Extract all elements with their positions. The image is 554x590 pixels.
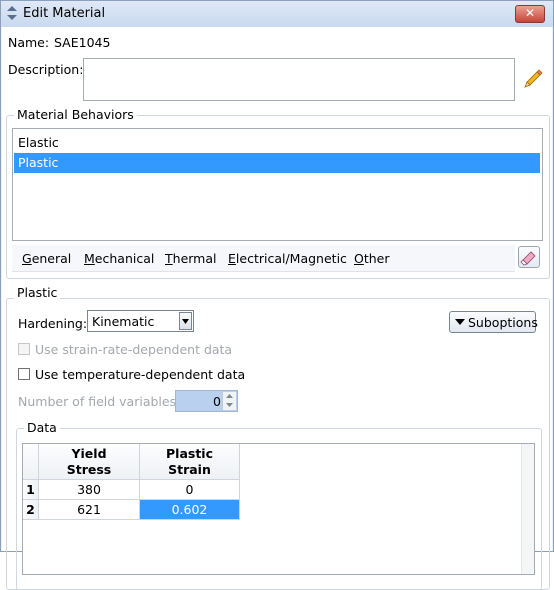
temperature-checkbox[interactable] [18,368,30,380]
suboptions-label: Suboptions [468,315,538,330]
column-header-line: Stress [66,462,112,477]
pencil-icon[interactable] [523,68,543,88]
description-label: Description: [8,62,84,77]
field-variables-spinner[interactable]: 0 [175,390,238,412]
triangle-down-icon [455,319,465,325]
row-header: 1 [23,480,39,500]
column-header-line: Strain [168,462,211,477]
menu-other[interactable]: Other [354,251,390,266]
column-header-line: Yield [71,446,107,461]
close-button[interactable]: ✕ [515,5,545,23]
eraser-icon [520,251,536,266]
plastic-title: Plastic [14,285,61,300]
temperature-label: Use temperature-dependent data [35,367,246,382]
spin-up-icon[interactable] [223,392,236,401]
table-cell[interactable]: 380 [39,480,140,500]
list-item-elastic[interactable]: Elastic [14,133,540,153]
table-cell[interactable]: 0 [140,480,240,500]
hardening-label: Hardening: [18,316,88,331]
column-header-yield-stress: Yield Stress [39,444,140,480]
hardening-select[interactable]: Kinematic [87,310,194,332]
list-item-plastic[interactable]: Plastic [14,153,540,173]
table-vertical-scrollbar[interactable] [521,444,534,574]
menu-mechanical[interactable]: Mechanical [84,251,154,266]
dialog-body: Name: SAE1045 Description: Material Beha… [2,27,552,590]
window-title: Edit Material [23,6,106,21]
table-corner [23,444,39,480]
menu-general[interactable]: General [22,251,71,266]
chevron-down-icon [182,319,189,324]
name-value: SAE1045 [54,35,111,50]
description-field[interactable] [83,58,515,101]
strain-rate-checkbox[interactable] [18,343,30,355]
table-cell-selected[interactable]: 0.602 [140,500,240,520]
spinner-buttons [222,392,236,410]
data-table: Yield Stress Plastic Strain 1 380 0 2 62… [22,443,535,575]
menu-thermal[interactable]: Thermal [165,251,216,266]
suboptions-button[interactable]: Suboptions [449,311,538,333]
behavior-menu-bar: General Mechanical Thermal Electrical/Ma… [12,245,515,272]
row-header: 2 [23,500,39,520]
column-header-plastic-strain: Plastic Strain [140,444,240,480]
material-behaviors-title: Material Behaviors [14,107,137,122]
delete-behavior-button[interactable] [518,246,540,268]
hardening-value: Kinematic [92,314,155,329]
table-cell[interactable]: 621 [39,500,140,520]
field-variables-label: Number of field variables: [18,394,181,409]
app-icon [7,6,17,20]
edit-material-dialog: Edit Material ✕ Name: SAE1045 Descriptio… [0,0,554,590]
menu-electrical-magnetic[interactable]: Electrical/Magnetic [228,251,347,266]
column-header-line: Plastic [166,446,213,461]
title-bar[interactable]: Edit Material ✕ [1,1,553,27]
behaviors-list[interactable]: Elastic Plastic [12,128,543,241]
data-title: Data [24,420,60,435]
strain-rate-label: Use strain-rate-dependent data [35,342,233,357]
name-label: Name: [8,35,50,50]
spin-down-icon[interactable] [223,401,236,410]
field-variables-value: 0 [213,394,221,409]
dropdown-arrow-button[interactable] [179,312,192,330]
